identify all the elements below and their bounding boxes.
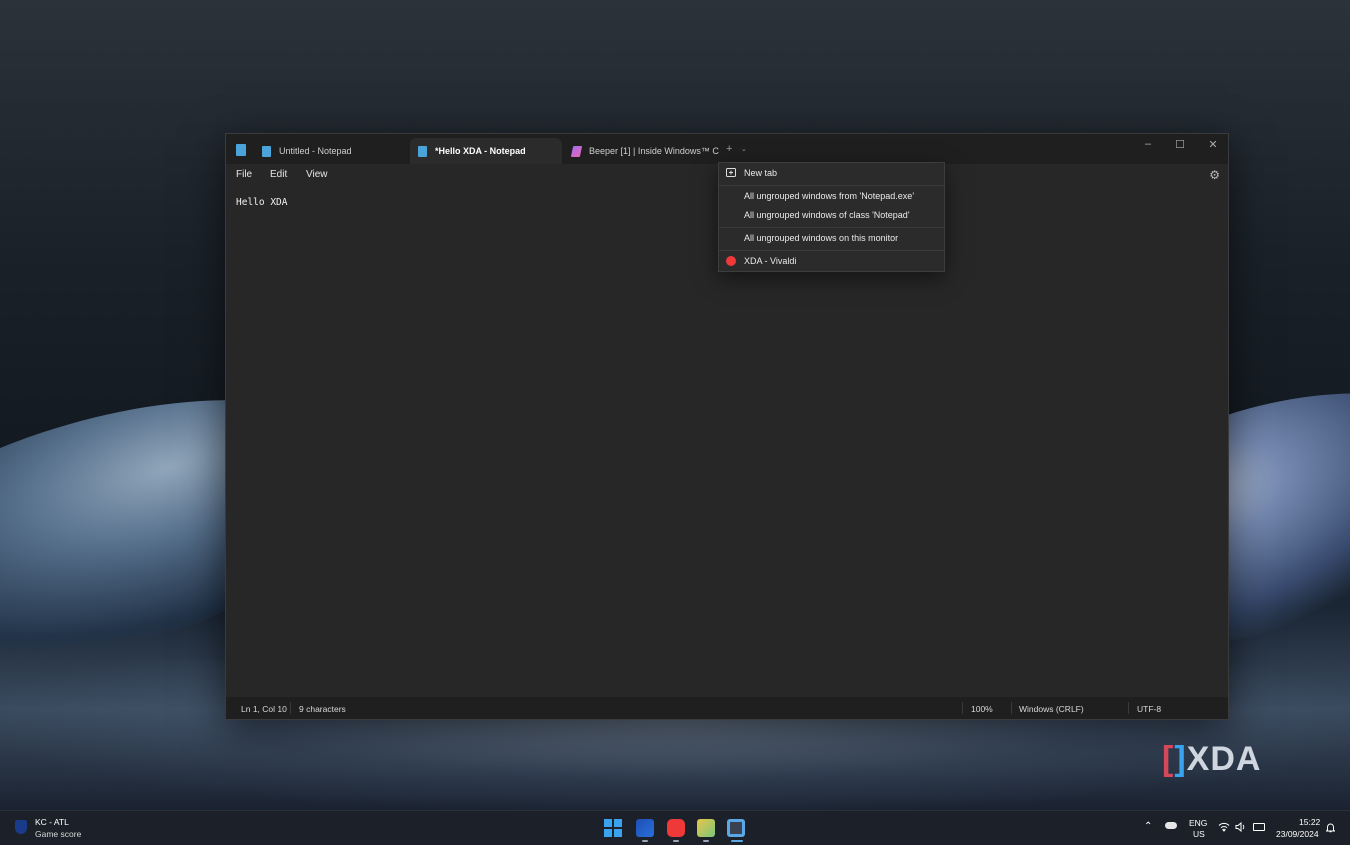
dropdown-item-label: All ungrouped windows on this monitor xyxy=(744,233,899,243)
title-bar[interactable]: Untitled - Notepad *Hello XDA - Notepad … xyxy=(226,134,1228,164)
tab-beeper[interactable]: Beeper [1] | Inside Windows™ C... xyxy=(564,138,719,164)
running-indicator xyxy=(642,840,648,842)
dropdown-item-vivaldi[interactable]: XDA - Vivaldi xyxy=(719,251,944,271)
menu-view[interactable]: View xyxy=(306,169,328,180)
close-button[interactable]: ✕ xyxy=(1198,138,1228,151)
tab-untitled-notepad[interactable]: Untitled - Notepad xyxy=(254,138,409,164)
status-character-count: 9 characters xyxy=(299,704,346,714)
tab-label: Beeper [1] | Inside Windows™ C... xyxy=(589,146,719,156)
status-bar: Ln 1, Col 10 9 characters 100% Windows (… xyxy=(226,697,1228,719)
tab-hello-xda-notepad[interactable]: *Hello XDA - Notepad xyxy=(410,138,562,164)
dropdown-item-this-monitor[interactable]: All ungrouped windows on this monitor xyxy=(719,228,944,248)
text-editor[interactable]: Hello XDA xyxy=(236,197,287,208)
status-divider xyxy=(290,702,291,714)
maximize-button[interactable]: ☐ xyxy=(1165,138,1195,151)
chevron-down-icon[interactable]: ⌄ xyxy=(741,145,747,153)
chevron-up-icon[interactable]: ⌃ xyxy=(1144,821,1152,832)
notepad-icon xyxy=(418,145,427,157)
widget-title[interactable]: KC - ATL xyxy=(35,817,69,827)
word-app-icon[interactable] xyxy=(636,819,654,837)
language-bottom[interactable]: US xyxy=(1193,829,1205,839)
status-divider xyxy=(1011,702,1012,714)
new-tab-button[interactable]: + xyxy=(726,143,732,155)
clock-time[interactable]: 15:22 xyxy=(1299,817,1320,827)
tab-label: *Hello XDA - Notepad xyxy=(435,146,526,156)
status-cursor-position: Ln 1, Col 10 xyxy=(241,704,287,714)
dropdown-item-class-notepad[interactable]: All ungrouped windows of class 'Notepad' xyxy=(719,205,944,225)
menu-edit[interactable]: Edit xyxy=(270,169,287,180)
widget-subtitle[interactable]: Game score xyxy=(35,829,81,839)
battery-icon[interactable] xyxy=(1253,823,1265,831)
dropdown-item-label: All ungrouped windows from 'Notepad.exe' xyxy=(744,191,915,201)
status-encoding: UTF-8 xyxy=(1137,704,1162,714)
vivaldi-taskbar-icon[interactable] xyxy=(667,819,685,837)
dropdown-item-new-tab[interactable]: New tab xyxy=(719,163,944,183)
volume-icon[interactable] xyxy=(1235,822,1246,832)
tab-label: Untitled - Notepad xyxy=(279,146,352,156)
dropdown-item-label: All ungrouped windows of class 'Notepad' xyxy=(744,210,910,220)
notepad-app-icon xyxy=(236,144,246,156)
language-top[interactable]: ENG xyxy=(1189,818,1207,828)
status-line-ending: Windows (CRLF) xyxy=(1019,704,1084,714)
new-tab-dropdown-menu: New tab All ungrouped windows from 'Note… xyxy=(718,162,945,272)
wifi-icon[interactable] xyxy=(1218,822,1230,832)
notepad-icon xyxy=(262,145,271,157)
beeper-icon xyxy=(570,145,583,157)
running-indicator xyxy=(703,840,709,842)
nfl-shield-icon[interactable] xyxy=(15,820,27,834)
running-indicator xyxy=(673,840,679,842)
menu-file[interactable]: File xyxy=(236,169,252,180)
notification-bell-icon[interactable] xyxy=(1326,822,1335,833)
dropdown-item-label: New tab xyxy=(744,168,778,178)
taskbar: KC - ATL Game score ⌃ ENG US 15:22 23/09… xyxy=(0,810,1350,845)
active-indicator xyxy=(731,840,743,842)
clock-date[interactable]: 23/09/2024 xyxy=(1276,829,1319,839)
xda-watermark-logo: []XDA xyxy=(1162,740,1262,778)
vivaldi-icon xyxy=(726,256,736,266)
dropdown-item-label: XDA - Vivaldi xyxy=(744,256,797,266)
groupy-app-icon[interactable] xyxy=(727,819,745,837)
start-button[interactable] xyxy=(604,819,622,837)
status-divider xyxy=(962,702,963,714)
dropdown-item-notepad-exe[interactable]: All ungrouped windows from 'Notepad.exe' xyxy=(719,186,944,206)
minimize-button[interactable]: – xyxy=(1133,138,1163,150)
file-explorer-icon[interactable] xyxy=(697,819,715,837)
new-tab-icon xyxy=(726,168,736,177)
status-zoom: 100% xyxy=(971,704,993,714)
settings-gear-icon[interactable]: ⚙ xyxy=(1209,168,1220,182)
onedrive-cloud-icon[interactable] xyxy=(1165,822,1177,829)
status-divider xyxy=(1128,702,1129,714)
